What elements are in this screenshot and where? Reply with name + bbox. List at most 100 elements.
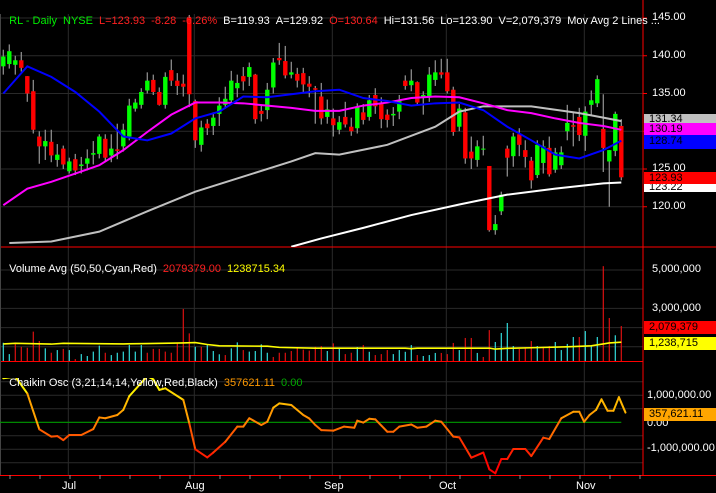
chaikin-segment (212, 440, 227, 454)
high-price: Hi=131.56 (383, 15, 435, 27)
volume-avg-value: 1238715.34 (227, 263, 286, 275)
candle-down (205, 123, 210, 129)
candle-down (349, 126, 354, 132)
chaikin-segment (488, 468, 497, 475)
chaikin-segment (290, 404, 305, 417)
candle-up (199, 127, 204, 145)
ma-gray-tag: 131.34 (644, 114, 716, 123)
chaikin-segment (410, 423, 419, 429)
candle-up (55, 154, 60, 160)
chaikin-tag: 357,621.11 (644, 408, 716, 421)
chaikin-segment (458, 436, 473, 459)
chaikin-segment (302, 414, 311, 420)
volume-study-title[interactable]: Volume Avg (50,50,Cyan,Red) (9, 263, 157, 275)
volume-tag: 2,079,379 (644, 321, 716, 334)
candle-down (259, 110, 264, 114)
chaikin-segment (26, 392, 41, 431)
chaikin-segment (224, 425, 239, 443)
chaikin-segment (494, 458, 503, 475)
candle-up (289, 72, 294, 75)
stock-chart (0, 0, 716, 479)
candle-down (313, 88, 318, 90)
chaikin-segment (392, 425, 401, 433)
ma-blue-tag: 128.74 (644, 135, 716, 149)
candle-up (121, 129, 126, 147)
candle-down (523, 150, 528, 157)
candle-down (331, 118, 336, 126)
chaikin-segment (248, 417, 263, 426)
candle-up (85, 158, 90, 164)
study-label[interactable]: Mov Avg 2 Lines ... (567, 15, 660, 27)
candle-down (385, 114, 390, 120)
candle-down (61, 148, 66, 165)
price-header: RL - Daily NYSE L=123.93 -8.28 -6.26% B=119.9… (3, 2, 666, 28)
candle-up (565, 122, 570, 132)
chaikin-segment (470, 451, 485, 459)
candle-down (403, 80, 408, 86)
chaikin-tick: -1,000,000.00 (647, 442, 715, 454)
volume-value: V=2,079,379 (498, 15, 562, 27)
candle-up (607, 150, 612, 162)
candle-up (127, 105, 132, 137)
volume-tick: 5,000,000 (652, 263, 701, 275)
candle-up (511, 136, 516, 157)
ma-magenta-tag: 130.19 (644, 123, 716, 135)
chaikin-oscillator (0, 378, 627, 475)
candle-down (73, 159, 78, 171)
candle-up (493, 224, 498, 231)
month-label-oct: Oct (439, 480, 457, 492)
chaikin-segment (583, 414, 591, 423)
chaikin-segment (206, 451, 215, 459)
ma-white-tag: 123.22 (644, 184, 716, 192)
candle-down (619, 125, 624, 178)
candle-up (7, 51, 12, 65)
candle-up (145, 80, 150, 91)
volume-tick: 3,000,000 (652, 302, 701, 314)
candle-up (271, 62, 276, 88)
candle-up (13, 60, 18, 65)
candle-down (517, 134, 522, 145)
candle-down (151, 79, 156, 92)
candle-up (109, 148, 114, 156)
candle-down (529, 160, 534, 181)
candle-up (139, 91, 144, 105)
candle-up (1, 56, 6, 67)
candle-down (301, 73, 306, 85)
chaikin-segment (272, 402, 281, 409)
candle-up (235, 82, 240, 89)
chaikin-study-title[interactable]: Chaikin Osc (3,21,14,14,Yellow,Red,Black… (9, 377, 218, 389)
volume-header: Volume Avg (50,50,Cyan,Red) 2079379.00 123… (3, 250, 291, 276)
volume-study-value: 2079379.00 (162, 263, 222, 275)
chaikin-segment (104, 414, 119, 420)
ask-price: A=129.92 (275, 15, 324, 27)
candle-down (169, 70, 174, 81)
candle-down (295, 73, 300, 81)
chaikin-segment (398, 423, 413, 428)
candle-up (79, 164, 84, 166)
candle-up (337, 122, 342, 130)
candle-down (469, 151, 474, 159)
chaikin-segment (482, 451, 491, 471)
candle-up (211, 117, 216, 126)
chaikin-segment (164, 387, 185, 401)
chaikin-segment (588, 408, 598, 417)
candle-up (559, 152, 564, 166)
candle-down (49, 141, 54, 156)
chaikin-segment (524, 448, 533, 458)
chaikin-segment (425, 419, 437, 428)
chaikin-segment (56, 435, 65, 442)
candle-up (589, 100, 594, 105)
candle-up (397, 100, 402, 112)
chaikin-segment (266, 406, 275, 423)
candle-up (43, 141, 48, 147)
chaikin-tick: 1,000,000.00 (647, 389, 712, 401)
month-label-nov: Nov (576, 480, 596, 492)
candle-down (463, 112, 468, 159)
candle-down (181, 83, 186, 87)
candle-down (157, 91, 162, 105)
month-label-jul: Jul (62, 480, 77, 492)
candle-up (67, 161, 72, 172)
candle-down (115, 149, 120, 151)
candle-up (133, 102, 138, 109)
chaikin-segment (416, 425, 428, 429)
